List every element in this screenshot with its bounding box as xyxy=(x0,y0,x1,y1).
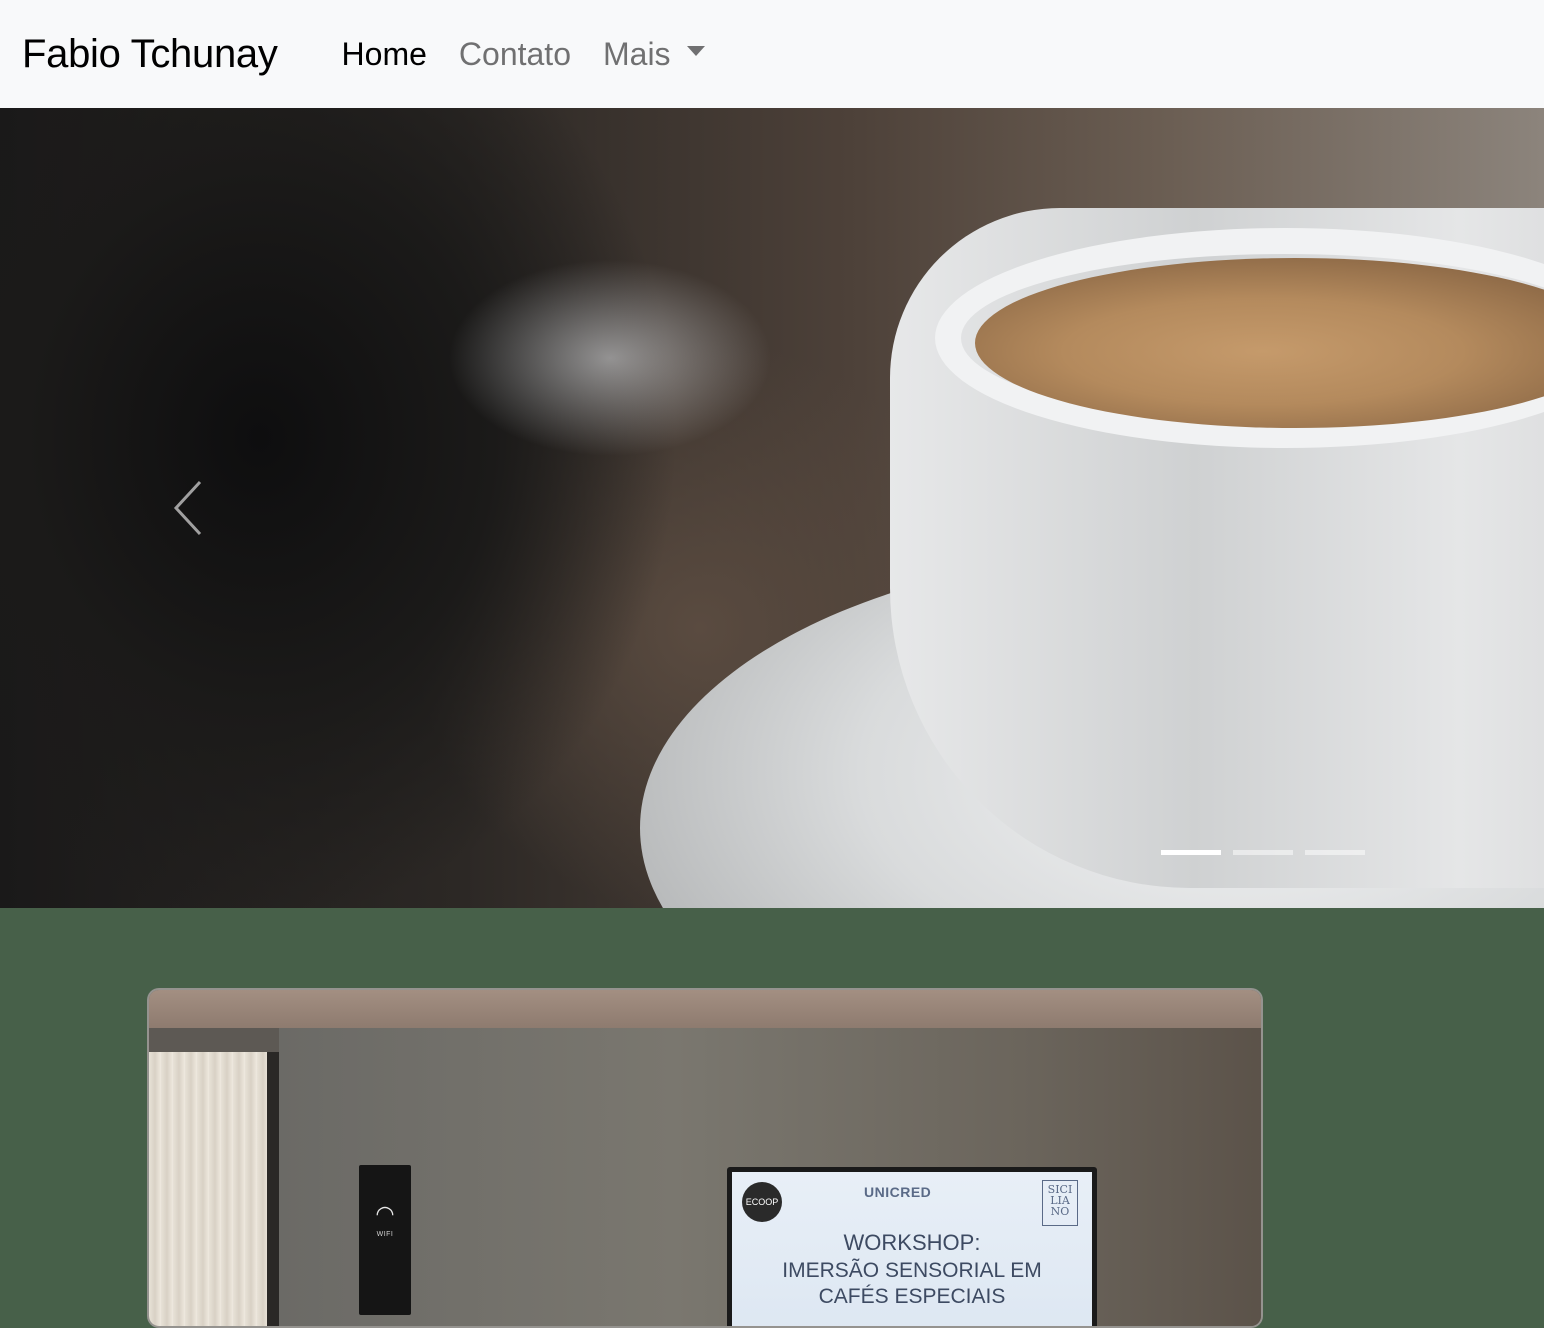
tv-screen: ECOOP UNICRED SICI LIA NO WORKSHOP: IMER… xyxy=(727,1167,1097,1326)
photo-ceiling xyxy=(149,990,1261,1028)
tv-subtitle: IMERSÃO SENSORIAL EM CAFÉS ESPECIAIS xyxy=(732,1258,1092,1310)
nav-link-home[interactable]: Home xyxy=(326,36,443,73)
wifi-sign-label: WIFI xyxy=(376,1231,394,1238)
caret-down-icon xyxy=(686,46,705,56)
tv-subtitle-line2: CAFÉS ESPECIAIS xyxy=(818,1285,1006,1308)
carousel-indicator-3[interactable] xyxy=(1305,850,1365,855)
carousel-indicator-1[interactable] xyxy=(1161,850,1221,855)
navbar-brand[interactable]: Fabio Tchunay xyxy=(22,32,278,77)
carousel-indicator-2[interactable] xyxy=(1233,850,1293,855)
event-card: ◠ WIFI ECOOP UNICRED SICI LIA NO WORKSHO… xyxy=(147,988,1263,1328)
wifi-sign: ◠ WIFI xyxy=(359,1165,411,1315)
nav-links: Home Contato Mais xyxy=(326,36,721,73)
nav-link-contato[interactable]: Contato xyxy=(443,36,587,73)
event-photo: ◠ WIFI ECOOP UNICRED SICI LIA NO WORKSHO… xyxy=(149,990,1261,1326)
wifi-icon: ◠ xyxy=(375,1201,395,1226)
top-navbar: Fabio Tchunay Home Contato Mais xyxy=(0,0,1544,108)
tv-subtitle-line1: IMERSÃO SENSORIAL EM xyxy=(782,1259,1042,1282)
nav-dropdown-mais-label: Mais xyxy=(602,35,671,72)
tv-badge-logo: ECOOP xyxy=(742,1182,782,1222)
carousel-prev-button[interactable] xyxy=(168,478,216,538)
photo-curtain xyxy=(149,1052,269,1326)
tv-screen-content: ECOOP UNICRED SICI LIA NO WORKSHOP: IMER… xyxy=(732,1172,1092,1326)
chevron-left-icon xyxy=(173,480,202,536)
tv-right-logo: SICI LIA NO xyxy=(1042,1180,1078,1226)
tv-title: WORKSHOP: xyxy=(843,1230,981,1255)
hero-carousel xyxy=(0,108,1544,908)
carousel-indicators xyxy=(1161,850,1365,855)
tv-brand-text: UNICRED xyxy=(864,1184,932,1200)
nav-dropdown-mais[interactable]: Mais xyxy=(587,36,721,73)
